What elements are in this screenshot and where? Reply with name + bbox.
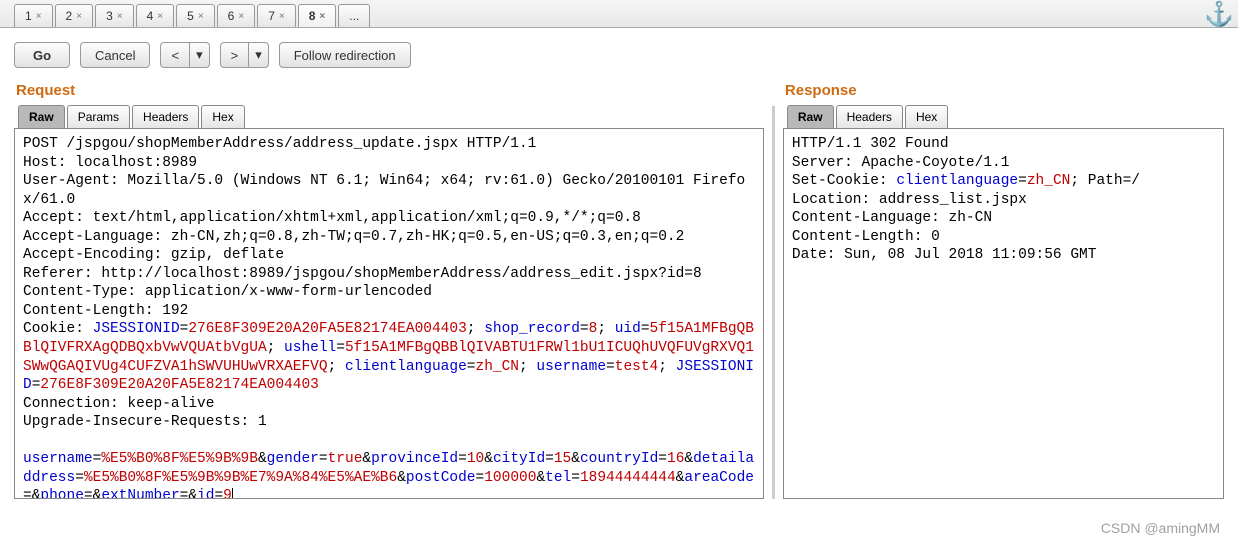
request-title: Request [14,82,764,105]
tab-hex[interactable]: Hex [201,105,244,128]
tab-raw[interactable]: Raw [18,105,65,128]
response-tabs: Raw Headers Hex [783,105,1224,129]
sequence-tabs: 1 ×2 ×3 ×4 ×5 ×6 ×7 ×8 ×... [0,0,1238,28]
sequence-tab-2[interactable]: 2 × [55,4,94,27]
close-icon[interactable]: × [36,11,42,22]
close-icon[interactable]: × [157,11,163,22]
tab-headers[interactable]: Headers [132,105,199,128]
sequence-tab-7[interactable]: 7 × [257,4,296,27]
close-icon[interactable]: × [76,11,82,22]
tab-params[interactable]: Params [67,105,130,128]
close-icon[interactable]: × [319,11,325,22]
next-dropdown[interactable]: ▾ [249,42,269,68]
close-icon[interactable]: × [117,11,123,22]
response-title: Response [783,82,1224,105]
tab-hex[interactable]: Hex [905,105,948,128]
split-handle[interactable] [772,106,775,499]
close-icon[interactable]: × [198,11,204,22]
sequence-tab-6[interactable]: 6 × [217,4,256,27]
sequence-tab-4[interactable]: 4 × [136,4,175,27]
sequence-tab-5[interactable]: 5 × [176,4,215,27]
request-raw-text[interactable]: POST /jspgou/shopMemberAddress/address_u… [14,129,764,499]
next-button[interactable]: > [220,42,250,68]
request-pane: Request Raw Params Headers Hex POST /jsp… [14,82,764,499]
sequence-tab-8[interactable]: 8 × [298,4,337,27]
tab-raw[interactable]: Raw [787,105,834,128]
action-toolbar: Go Cancel < ▾ > ▾ Follow redirection [0,28,1238,82]
tab-overflow[interactable]: ... [338,4,370,27]
tab-headers[interactable]: Headers [836,105,903,128]
response-pane: Response Raw Headers Hex HTTP/1.1 302 Fo… [783,82,1224,499]
request-tabs: Raw Params Headers Hex [14,105,764,129]
sequence-tab-1[interactable]: 1 × [14,4,53,27]
go-button[interactable]: Go [14,42,70,68]
sequence-tab-3[interactable]: 3 × [95,4,134,27]
follow-redirection-button[interactable]: Follow redirection [279,42,411,68]
watermark: CSDN @amingMM [1101,520,1220,536]
prev-dropdown[interactable]: ▾ [190,42,210,68]
prev-button[interactable]: < [160,42,190,68]
app-logo-icon: ⚓ [1204,0,1234,29]
close-icon[interactable]: × [238,11,244,22]
close-icon[interactable]: × [279,11,285,22]
response-raw-text[interactable]: HTTP/1.1 302 FoundServer: Apache-Coyote/… [783,129,1224,499]
cancel-button[interactable]: Cancel [80,42,150,68]
